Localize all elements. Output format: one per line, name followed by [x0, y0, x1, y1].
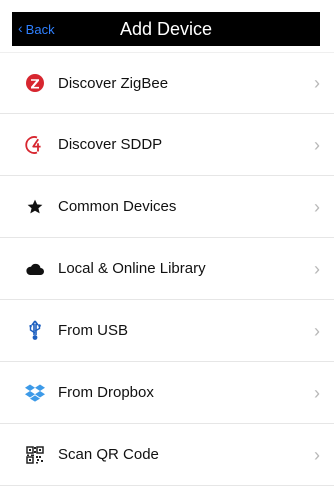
chevron-right-icon: › — [314, 382, 320, 403]
chevron-right-icon: › — [314, 196, 320, 217]
chevron-right-icon: › — [314, 258, 320, 279]
menu-item-from-usb[interactable]: From USB › — [0, 300, 334, 362]
cloud-icon — [24, 258, 46, 280]
navigation-bar: ‹ Back Add Device — [12, 12, 320, 46]
chevron-left-icon: ‹ — [18, 20, 23, 36]
menu-item-label: Local & Online Library — [58, 260, 206, 277]
menu-item-from-dropbox[interactable]: From Dropbox › — [0, 362, 334, 424]
add-device-options-list: Discover ZigBee › Discover SDDP › Common… — [0, 52, 334, 486]
back-label: Back — [25, 21, 55, 37]
menu-item-discover-zigbee[interactable]: Discover ZigBee › — [0, 52, 334, 114]
menu-item-scan-qr-code[interactable]: Scan QR Code › — [0, 424, 334, 486]
chevron-right-icon: › — [314, 73, 320, 93]
menu-item-label: Common Devices — [58, 198, 177, 215]
menu-item-label: From USB — [58, 322, 129, 339]
add-device-screen: ‹ Back Add Device Discover ZigBee › Disc… — [0, 0, 334, 487]
chevron-right-icon: › — [314, 320, 320, 341]
usb-icon — [24, 320, 46, 342]
menu-item-label: Discover ZigBee — [58, 74, 169, 92]
sddp-icon — [24, 134, 46, 156]
chevron-right-icon: › — [314, 444, 320, 465]
menu-item-discover-sddp[interactable]: Discover SDDP › — [0, 114, 334, 176]
back-button[interactable]: ‹ Back — [18, 12, 55, 46]
qr-code-icon — [24, 444, 46, 466]
dropbox-icon — [24, 382, 46, 404]
page-title: Add Device — [119, 19, 213, 39]
menu-item-label: From Dropbox — [58, 384, 154, 401]
zigbee-icon — [24, 72, 46, 94]
star-icon — [24, 196, 46, 218]
chevron-right-icon: › — [314, 134, 320, 155]
menu-item-label: Discover SDDP — [58, 136, 163, 153]
menu-item-common-devices[interactable]: Common Devices › — [0, 176, 334, 238]
menu-item-label: Scan QR Code — [58, 446, 159, 463]
menu-item-local-online-library[interactable]: Local & Online Library › — [0, 238, 334, 300]
